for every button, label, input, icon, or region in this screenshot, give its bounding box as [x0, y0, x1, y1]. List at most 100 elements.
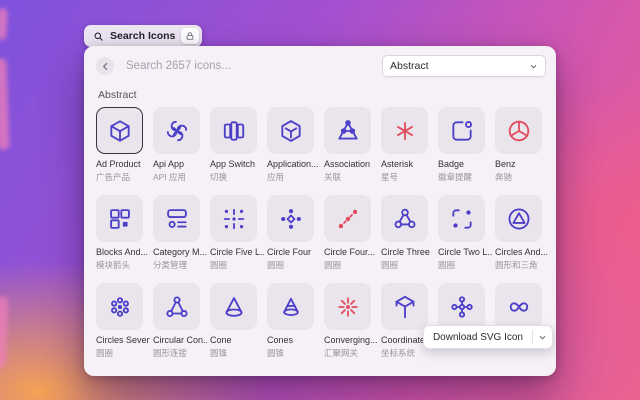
- icon-tile-category[interactable]: [153, 195, 200, 242]
- category-dropdown[interactable]: Abstract: [382, 55, 546, 77]
- icon-label: Cones: [267, 335, 321, 346]
- icon-tile-three-circles[interactable]: [381, 195, 428, 242]
- icon-label: Converging...: [324, 335, 378, 346]
- blocks-icon: [107, 206, 133, 232]
- icon-cell: Application...应用: [267, 107, 314, 183]
- seven-circles-icon: [107, 294, 133, 320]
- app-switch-icon: [221, 118, 247, 144]
- icon-cell: App Switch切换: [210, 107, 257, 183]
- icon-label: Benz: [495, 159, 549, 170]
- icon-sublabel: [438, 348, 492, 359]
- icon-tile-triangle-in-circle[interactable]: [495, 195, 542, 242]
- four-dots-diamond-icon: [278, 206, 304, 232]
- category-icon: [164, 206, 190, 232]
- lock-icon: [185, 31, 195, 41]
- triangle-in-circle-icon: [506, 206, 532, 232]
- back-button[interactable]: [96, 57, 114, 75]
- icon-sublabel: 圆圈: [381, 260, 435, 271]
- icon-sublabel: 圆圈: [96, 348, 150, 359]
- icon-cell: Circle Two L...圆圈: [438, 195, 485, 271]
- desktop-background: Search Icons Abstract Abstract Ad Produ: [0, 0, 640, 400]
- icon-tile-infinity[interactable]: [495, 283, 542, 330]
- icon-tile-app-switch[interactable]: [210, 107, 257, 154]
- icon-tile-hexagon-y[interactable]: [267, 107, 314, 154]
- icon-tile-cone[interactable]: [210, 283, 257, 330]
- icon-label: Association: [324, 159, 378, 170]
- section-label: Abstract: [98, 89, 556, 101]
- icon-sublabel: 圆圈: [324, 260, 378, 271]
- icon-tile-four-dots-diamond[interactable]: [267, 195, 314, 242]
- icon-sublabel: 徽章提醒: [438, 172, 492, 183]
- category-dropdown-value: Abstract: [390, 60, 429, 72]
- icon-sublabel: 圆形和三角: [495, 260, 549, 271]
- icon-sublabel: 奔驰: [495, 172, 549, 183]
- icon-cell: Cone圆锥: [210, 283, 257, 359]
- icon-label: Circles And...: [495, 247, 549, 258]
- icon-sublabel: 切换: [210, 172, 264, 183]
- icon-label: Category M...: [153, 247, 207, 258]
- download-options-chevron[interactable]: [533, 326, 552, 348]
- three-circles-icon: [392, 206, 418, 232]
- corner-dots-icon: [449, 206, 475, 232]
- icon-tile-asterisk[interactable]: [381, 107, 428, 154]
- icon-label: App Switch: [210, 159, 264, 170]
- hexagon-y-icon: [278, 118, 304, 144]
- icon-label: Api App: [153, 159, 207, 170]
- chip-action-button[interactable]: [181, 28, 199, 44]
- icon-cell: Asterisk星号: [381, 107, 428, 183]
- icon-sublabel: 圆形连接: [153, 348, 207, 359]
- connected-circles-icon: [164, 294, 190, 320]
- icon-tile-benz-star[interactable]: [495, 107, 542, 154]
- chevron-left-icon: [100, 61, 111, 72]
- icon-label: Circle Five L...: [210, 247, 264, 258]
- download-svg-button[interactable]: Download SVG Icon: [423, 325, 553, 349]
- cones-icon: [278, 294, 304, 320]
- icon-sublabel: 汇聚网关: [324, 348, 378, 359]
- icon-label: Blocks And...: [96, 247, 150, 258]
- chevron-down-icon: [538, 333, 547, 342]
- paint-smear: [0, 8, 8, 40]
- icon-cell: Circles Seven圆圈: [96, 283, 143, 359]
- icon-tile-axis-cube[interactable]: [381, 283, 428, 330]
- icon-tile-badge-dot[interactable]: [438, 107, 485, 154]
- converge-icon: [335, 294, 361, 320]
- icon-tile-diagonal-dots[interactable]: [324, 195, 371, 242]
- icon-tile-seven-circles[interactable]: [96, 283, 143, 330]
- icon-label: Circle Four...: [324, 247, 378, 258]
- icon-tile-triangle-nodes[interactable]: [324, 107, 371, 154]
- icon-cell: Circle Four...圆圈: [324, 195, 371, 271]
- icon-tile-pinwheel[interactable]: [153, 107, 200, 154]
- icon-sublabel: 广告产品: [96, 172, 150, 183]
- icon-sublabel: [495, 348, 549, 359]
- icon-cell: Api AppAPI 应用: [153, 107, 200, 183]
- icon-cell: Association关联: [324, 107, 371, 183]
- icon-label: Circle Three: [381, 247, 435, 258]
- icon-label: Asterisk: [381, 159, 435, 170]
- window-topbar: Abstract: [84, 46, 556, 79]
- icon-tile-cones[interactable]: [267, 283, 314, 330]
- icon-tile-blocks[interactable]: [96, 195, 143, 242]
- icon-sublabel: 圆圈: [438, 260, 492, 271]
- cube-icon: [107, 118, 133, 144]
- icon-tile-connected-circles[interactable]: [153, 283, 200, 330]
- icon-tile-corner-dots[interactable]: [438, 195, 485, 242]
- asterisk-icon: [392, 118, 418, 144]
- icon-tile-converge[interactable]: [324, 283, 371, 330]
- icon-cell: Ad Product广告产品: [96, 107, 143, 183]
- search-input[interactable]: [124, 59, 382, 73]
- dots-dashes-icon: [221, 206, 247, 232]
- chip-label: Search Icons: [110, 30, 175, 42]
- icon-tile-cross-circles[interactable]: [438, 283, 485, 330]
- badge-dot-icon: [449, 118, 475, 144]
- icon-label: Application...: [267, 159, 321, 170]
- search-icon: [93, 31, 104, 42]
- search-icons-chip[interactable]: Search Icons: [84, 25, 202, 47]
- icon-sublabel: 圆圈: [267, 260, 321, 271]
- icon-label: Cone: [210, 335, 264, 346]
- icon-tile-dots-dashes[interactable]: [210, 195, 257, 242]
- icon-tile-cube[interactable]: [96, 107, 143, 154]
- infinity-icon: [506, 294, 532, 320]
- icon-sublabel: 圆锥: [267, 348, 321, 359]
- icon-label: Circles Seven: [96, 335, 150, 346]
- icon-cell: Converging...汇聚网关: [324, 283, 371, 359]
